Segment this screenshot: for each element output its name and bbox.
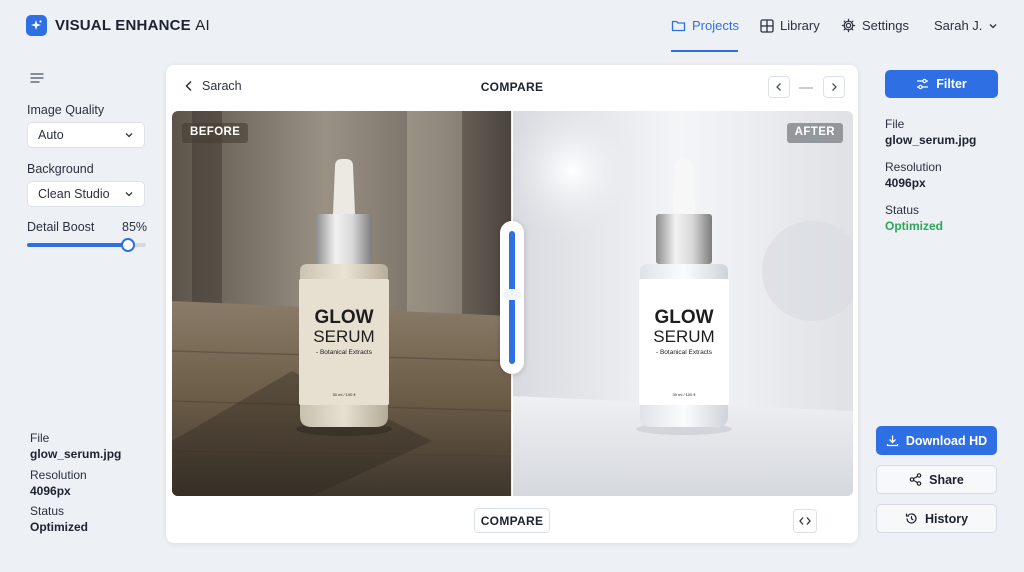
menu-icon[interactable] xyxy=(30,71,44,89)
detail-boost-label: Detail Boost xyxy=(27,220,95,234)
download-hd-button[interactable]: Download HD xyxy=(876,426,997,455)
chevron-left-icon xyxy=(185,80,192,92)
prev-button[interactable] xyxy=(768,76,790,98)
app-logo[interactable]: VISUAL ENHANCE AI xyxy=(26,15,210,36)
nav-active-indicator xyxy=(671,50,738,52)
share-icon xyxy=(909,473,922,486)
top-bar: VISUAL ENHANCE AI Projects Library Setti… xyxy=(0,0,1024,54)
resolution-value: 4096px xyxy=(30,484,71,498)
detail-boost-value: 85% xyxy=(122,220,148,234)
grid-icon xyxy=(760,18,774,33)
background-value: Clean Studio xyxy=(38,187,110,201)
before-image: GLOW SERUM - Botanical Extracts 30 ml / … xyxy=(172,111,512,496)
sparkle-icon xyxy=(26,15,47,36)
product-name-line2: SERUM xyxy=(313,327,374,346)
background-label: Background xyxy=(27,162,94,176)
code-icon xyxy=(799,517,811,525)
compare-title: COMPARE xyxy=(480,80,544,94)
detail-boost-slider[interactable] xyxy=(27,238,146,252)
sliders-icon xyxy=(917,78,929,90)
product-subtitle: - Botanical Extracts xyxy=(316,349,373,356)
filter-button[interactable]: Filter xyxy=(885,70,998,98)
download-icon xyxy=(886,435,899,447)
product-volume: 30 ml / 100 fl xyxy=(673,392,696,397)
folder-icon xyxy=(671,20,686,32)
filter-label: Filter xyxy=(936,77,967,91)
slider-fill xyxy=(27,243,129,247)
user-menu[interactable]: Sarah J. xyxy=(934,18,998,33)
right-file-label: File xyxy=(885,117,905,131)
history-label: History xyxy=(924,511,969,526)
product-name-line1: GLOW xyxy=(314,307,373,328)
nav-settings-label: Settings xyxy=(862,18,909,33)
product-volume: 30 ml / 100 fl xyxy=(333,392,356,397)
product-name-line2: SERUM xyxy=(653,327,714,346)
slider-thumb[interactable] xyxy=(121,238,136,252)
back-label: Sarach xyxy=(202,79,242,93)
nav-library-label: Library xyxy=(780,18,820,33)
file-value: glow_serum.jpg xyxy=(30,447,122,461)
comparison-viewer[interactable]: GLOW SERUM - Botanical Extracts 30 ml / … xyxy=(172,111,853,496)
back-button[interactable]: Sarach xyxy=(184,79,242,93)
resolution-label: Resolution xyxy=(30,468,87,482)
app-name: VISUAL ENHANCE AI xyxy=(55,17,210,34)
history-button[interactable]: History xyxy=(876,504,997,533)
right-resolution-value: 4096px xyxy=(885,176,926,190)
chevron-down-icon xyxy=(989,23,997,28)
nav-projects[interactable]: Projects xyxy=(671,18,739,33)
gear-icon xyxy=(841,18,856,33)
right-resolution-label: Resolution xyxy=(885,160,942,174)
background-select[interactable]: Clean Studio xyxy=(27,181,145,207)
nav-library[interactable]: Library xyxy=(760,18,820,33)
after-tag: AFTER xyxy=(786,123,843,143)
right-status-value: Optimized xyxy=(885,219,944,233)
handle-grip-icon xyxy=(503,289,521,300)
right-file-value: glow_serum.jpg xyxy=(885,133,977,147)
next-button[interactable] xyxy=(823,76,845,98)
nav-settings[interactable]: Settings xyxy=(841,18,909,33)
image-quality-value: Auto xyxy=(38,128,64,142)
history-icon xyxy=(905,513,917,524)
status-label: Status xyxy=(30,504,65,518)
compare-slider-handle[interactable] xyxy=(500,221,524,374)
chevron-down-icon xyxy=(125,192,133,197)
compare-button[interactable]: COMPARE xyxy=(474,508,550,533)
chevron-down-icon xyxy=(125,133,133,138)
after-image: GLOW SERUM - Botanical Extracts 30 ml / … xyxy=(512,111,853,496)
file-label: File xyxy=(30,431,50,445)
product-subtitle: - Botanical Extracts xyxy=(656,349,713,356)
image-quality-select[interactable]: Auto xyxy=(27,122,145,148)
before-tag: BEFORE xyxy=(182,123,249,143)
user-name: Sarah J. xyxy=(934,18,983,33)
image-quality-label: Image Quality xyxy=(27,103,105,117)
pager-divider xyxy=(799,87,813,89)
share-button[interactable]: Share xyxy=(876,465,997,494)
status-value: Optimized xyxy=(30,520,89,534)
share-label: Share xyxy=(929,472,964,487)
nav-projects-label: Projects xyxy=(692,18,739,33)
download-label: Download HD xyxy=(905,433,988,448)
right-status-label: Status xyxy=(885,203,920,217)
product-name-line1: GLOW xyxy=(654,307,713,328)
chevron-left-icon xyxy=(776,83,781,91)
chevron-right-icon xyxy=(832,83,837,91)
code-view-button[interactable] xyxy=(793,509,817,533)
